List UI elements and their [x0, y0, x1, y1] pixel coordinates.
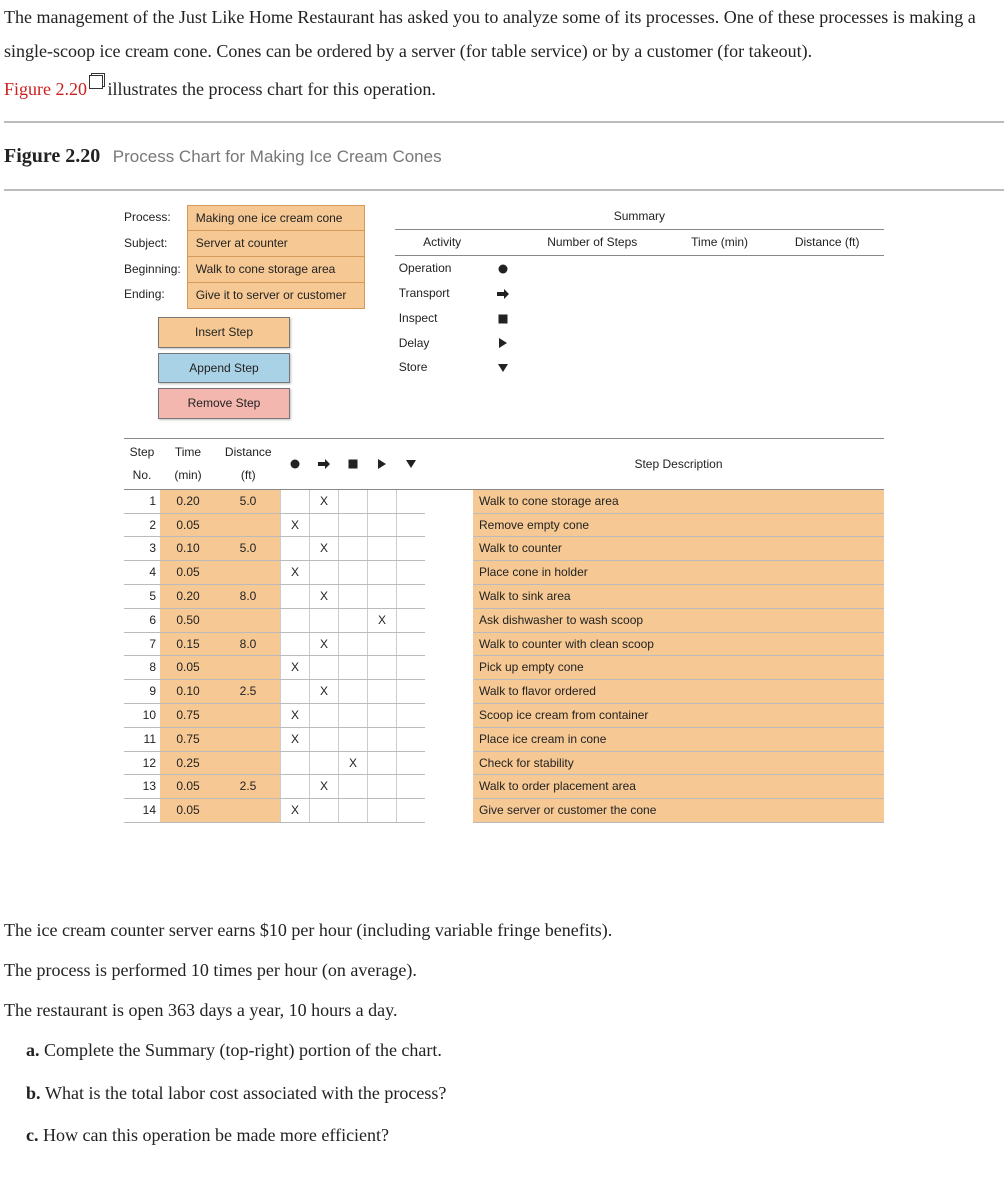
table-row: 10.205.0XWalk to cone storage area: [124, 489, 884, 513]
tri-down-icon: [405, 458, 417, 470]
intro-p2: Figure 2.20 illustrates the process char…: [4, 72, 1004, 106]
intro-p1: The management of the Just Like Home Res…: [4, 0, 1004, 68]
summary-activity: Inspect: [395, 306, 490, 331]
divider: [4, 121, 1004, 123]
divider: [4, 189, 1004, 191]
summary-activity: Transport: [395, 281, 490, 306]
meta-process: Making one ice cream cone: [187, 205, 364, 231]
square-icon: [347, 458, 359, 470]
meta-subject: Server at counter: [187, 231, 364, 257]
tri-right-icon: [376, 458, 388, 470]
figure-title: Process Chart for Making Ice Cream Cones: [113, 147, 442, 166]
summary-activity: Operation: [395, 256, 490, 281]
table-row: 50.208.0XWalk to sink area: [124, 584, 884, 608]
summary-activity: Delay: [395, 331, 490, 356]
table-row: 80.05XPick up empty cone: [124, 656, 884, 680]
table-row: 120.25XCheck for stability: [124, 751, 884, 775]
arrow-icon: [490, 281, 516, 306]
figure-link[interactable]: Figure 2.20: [4, 79, 87, 99]
table-row: 60.50XAsk dishwasher to wash scoop: [124, 608, 884, 632]
insert-step-button[interactable]: Insert Step: [158, 317, 290, 348]
remove-step-button[interactable]: Remove Step: [158, 388, 290, 419]
summary-activity: Store: [395, 355, 490, 380]
table-row: 30.105.0XWalk to counter: [124, 537, 884, 561]
meta-table: Process:Making one ice cream cone Subjec…: [124, 205, 365, 309]
step-table: Step No. Time (min) Distance (ft) Step D…: [124, 438, 884, 823]
question-block: The ice cream counter server earns $10 p…: [4, 913, 1004, 1152]
after-p2: The process is performed 10 times per ho…: [4, 953, 1004, 987]
arrow-icon: [318, 458, 330, 470]
square-icon: [490, 306, 516, 331]
after-p3: The restaurant is open 363 days a year, …: [4, 993, 1004, 1027]
circle-icon: [490, 256, 516, 281]
meta-beginning: Walk to cone storage area: [187, 257, 364, 283]
table-row: 140.05XGive server or customer the cone: [124, 799, 884, 823]
question-a: a. Complete the Summary (top-right) port…: [26, 1033, 1004, 1067]
tri-right-icon: [490, 331, 516, 356]
figure-caption: Figure 2.20 Process Chart for Making Ice…: [4, 137, 1004, 175]
summary-title: Summary: [395, 205, 884, 228]
popup-icon[interactable]: [89, 75, 103, 89]
table-row: 110.75XPlace ice cream in cone: [124, 727, 884, 751]
table-row: 20.05XRemove empty cone: [124, 513, 884, 537]
after-p1: The ice cream counter server earns $10 p…: [4, 913, 1004, 947]
intro-text: The management of the Just Like Home Res…: [4, 0, 1004, 107]
figure-number: Figure 2.20: [4, 145, 100, 167]
process-chart: Process:Making one ice cream cone Subjec…: [124, 205, 884, 823]
table-row: 100.75XScoop ice cream from container: [124, 703, 884, 727]
meta-ending: Give it to server or customer: [187, 282, 364, 308]
circle-icon: [289, 458, 301, 470]
question-b: b. What is the total labor cost associat…: [26, 1076, 1004, 1110]
tri-down-icon: [490, 355, 516, 380]
table-row: 130.052.5XWalk to order placement area: [124, 775, 884, 799]
question-c: c. How can this operation be made more e…: [26, 1118, 1004, 1152]
table-row: 70.158.0XWalk to counter with clean scoo…: [124, 632, 884, 656]
append-step-button[interactable]: Append Step: [158, 353, 290, 384]
summary-block: Summary Activity Number of Steps Time (m…: [395, 205, 884, 425]
table-row: 40.05XPlace cone in holder: [124, 561, 884, 585]
table-row: 90.102.5XWalk to flavor ordered: [124, 680, 884, 704]
